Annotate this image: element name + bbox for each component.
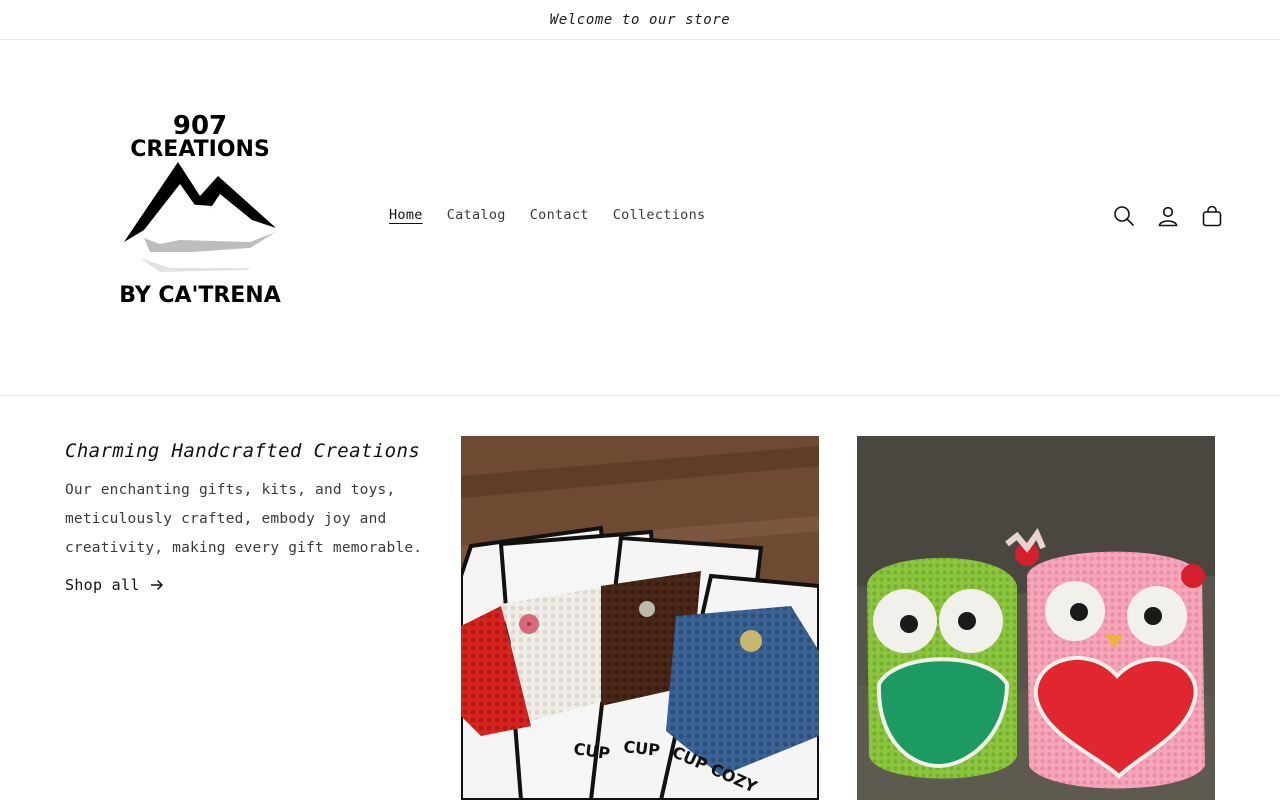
shop-all-label: Shop all	[65, 576, 140, 594]
cart-icon[interactable]	[1200, 204, 1224, 228]
site-header: 907 CREATIONS BY CA'TRENA Home Catalog C…	[0, 40, 1280, 396]
nav-item-catalog[interactable]: Catalog	[447, 207, 506, 223]
announcement-bar: Welcome to our store	[0, 0, 1280, 40]
hero-text-block: Charming Handcrafted Creations Our encha…	[65, 436, 425, 594]
logo-mark-icon: 907 CREATIONS BY CA'TRENA	[119, 111, 280, 308]
logo-line2: CREATIONS	[130, 137, 270, 162]
hero-description: Our enchanting gifts, kits, and toys, me…	[65, 482, 423, 556]
product-image-crochet-owls[interactable]	[857, 436, 1215, 800]
account-icon[interactable]	[1156, 204, 1180, 228]
hero-title: Charming Handcrafted Creations	[65, 440, 421, 462]
logo-line3: BY CA'TRENA	[119, 283, 280, 308]
nav-item-home[interactable]: Home	[389, 207, 423, 223]
main-nav: Home Catalog Contact Collections	[389, 207, 705, 223]
product-image-cup-cozies[interactable]: CUP CUP CUP COZY	[461, 436, 819, 800]
nav-item-contact[interactable]: Contact	[530, 207, 589, 223]
store-logo[interactable]: 907 CREATIONS BY CA'TRENA	[100, 110, 300, 310]
sleeve-label-2: CUP	[623, 737, 662, 760]
search-icon[interactable]	[1112, 204, 1136, 228]
arrow-right-icon	[150, 579, 163, 591]
announcement-text: Welcome to our store	[549, 11, 731, 28]
header-icons	[1112, 204, 1224, 228]
shop-all-link[interactable]: Shop all	[65, 576, 164, 594]
nav-item-collections[interactable]: Collections	[613, 207, 706, 223]
